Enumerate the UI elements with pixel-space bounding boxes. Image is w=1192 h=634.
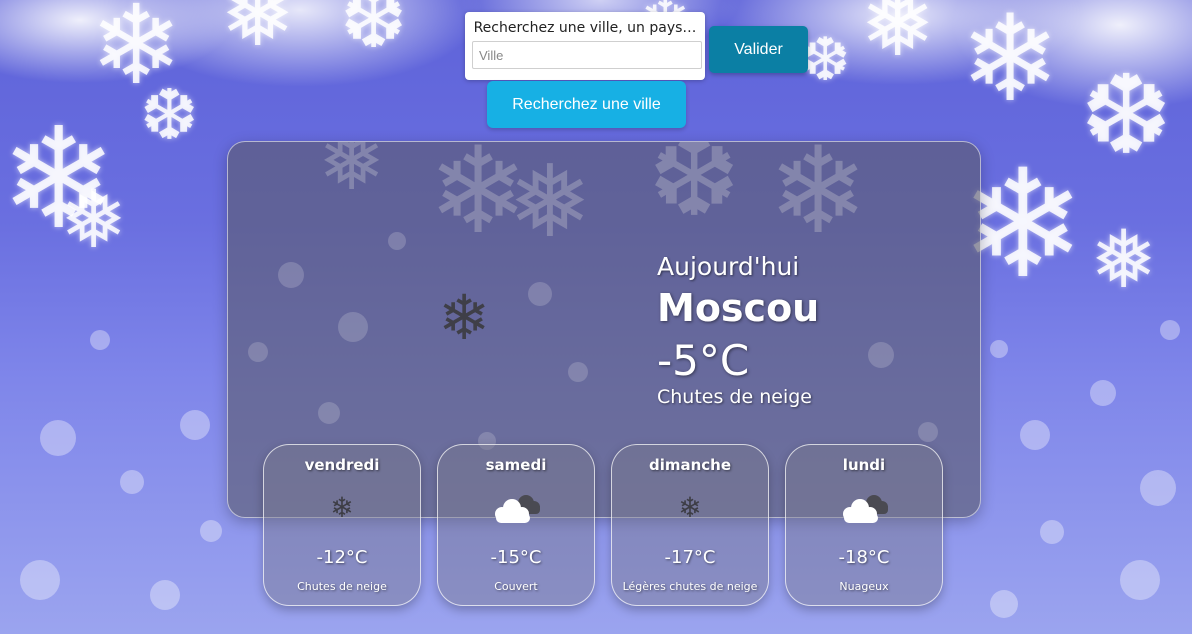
forecast-description: Couvert bbox=[494, 580, 538, 593]
snowflake-icon: ❄ bbox=[438, 281, 490, 354]
bokeh-dot bbox=[180, 410, 210, 440]
forecast-description: Chutes de neige bbox=[297, 580, 387, 593]
forecast-description: Légères chutes de neige bbox=[622, 580, 758, 593]
snowflake-decoration-icon: ❅ bbox=[220, 0, 296, 67]
bokeh-dot bbox=[248, 342, 268, 362]
snowflake-decoration-icon: ❆ bbox=[1080, 51, 1173, 179]
search-label: Recherchez une ville, un pays… bbox=[473, 20, 697, 36]
bokeh-dot bbox=[1090, 380, 1116, 406]
bokeh-dot bbox=[1120, 560, 1160, 600]
forecast-description: Nuageux bbox=[839, 580, 889, 593]
current-temperature: -5°C bbox=[657, 336, 750, 385]
bokeh-dot bbox=[388, 232, 406, 250]
bokeh-dot bbox=[990, 590, 1018, 618]
bokeh-dot bbox=[1040, 520, 1064, 544]
validate-button[interactable]: Valider bbox=[709, 26, 808, 73]
forecast-temperature: -12°C bbox=[316, 547, 368, 568]
snowflake-decoration-icon: ❅ bbox=[508, 143, 592, 260]
snowflake-icon: ❄ bbox=[330, 491, 354, 524]
cloud-icon bbox=[495, 495, 540, 523]
snowflake-decoration-icon: ❄ bbox=[90, 0, 183, 109]
current-condition: Chutes de neige bbox=[657, 386, 812, 408]
snowflake-decoration-icon: ❆ bbox=[140, 74, 199, 156]
bokeh-dot bbox=[20, 560, 60, 600]
bokeh-dot bbox=[528, 282, 552, 306]
snowflake-decoration-icon: ❅ bbox=[860, 0, 936, 77]
forecast-day: dimanche bbox=[648, 456, 732, 474]
snowflake-decoration-icon: ❅ bbox=[1090, 213, 1158, 306]
bokeh-dot bbox=[40, 420, 76, 456]
forecast-card: vendredi ❄ -12°C Chutes de neige bbox=[263, 444, 421, 606]
snowflake-icon: ❄ bbox=[678, 491, 702, 524]
snowflake-decoration-icon: ❅ bbox=[318, 141, 386, 208]
bokeh-dot bbox=[868, 342, 894, 368]
bokeh-dot bbox=[1160, 320, 1180, 340]
bokeh-dot bbox=[318, 402, 340, 424]
bokeh-dot bbox=[338, 312, 368, 342]
bokeh-dot bbox=[1140, 470, 1176, 506]
forecast-temperature: -15°C bbox=[490, 547, 542, 568]
snowflake-decoration-icon: ❅ bbox=[60, 173, 128, 266]
forecast-day: samedi bbox=[485, 456, 547, 474]
snowflake-decoration-icon: ❄ bbox=[960, 0, 1061, 129]
bokeh-dot bbox=[150, 580, 180, 610]
search-panel: Recherchez une ville, un pays… bbox=[465, 12, 705, 80]
bokeh-dot bbox=[568, 362, 588, 382]
forecast-temperature: -18°C bbox=[838, 547, 890, 568]
forecast-day: vendredi bbox=[304, 456, 380, 474]
forecast-card: dimanche ❄ -17°C Légères chutes de neige bbox=[611, 444, 769, 606]
city-search-input[interactable] bbox=[472, 41, 702, 69]
forecast-card: samedi -15°C Couvert bbox=[437, 444, 595, 606]
bokeh-dot bbox=[278, 262, 304, 288]
bokeh-dot bbox=[200, 520, 222, 542]
today-label: Aujourd'hui bbox=[657, 252, 800, 281]
bokeh-dot bbox=[90, 330, 110, 350]
forecast-day: lundi bbox=[842, 456, 886, 474]
bokeh-dot bbox=[918, 422, 938, 442]
search-city-button[interactable]: Recherchez une ville bbox=[487, 81, 686, 128]
bokeh-dot bbox=[1020, 420, 1050, 450]
forecast-card: lundi -18°C Nuageux bbox=[785, 444, 943, 606]
bokeh-dot bbox=[120, 470, 144, 494]
city-name: Moscou bbox=[657, 286, 820, 330]
snowflake-decoration-icon: ❆ bbox=[340, 0, 408, 66]
cloud-icon bbox=[843, 495, 888, 523]
snowflake-decoration-icon: ❄ bbox=[768, 141, 869, 261]
bokeh-dot bbox=[990, 340, 1008, 358]
snowflake-decoration-icon: ❆ bbox=[648, 141, 741, 241]
forecast-temperature: -17°C bbox=[664, 547, 716, 568]
snowflake-decoration-icon: ❄ bbox=[0, 98, 118, 261]
